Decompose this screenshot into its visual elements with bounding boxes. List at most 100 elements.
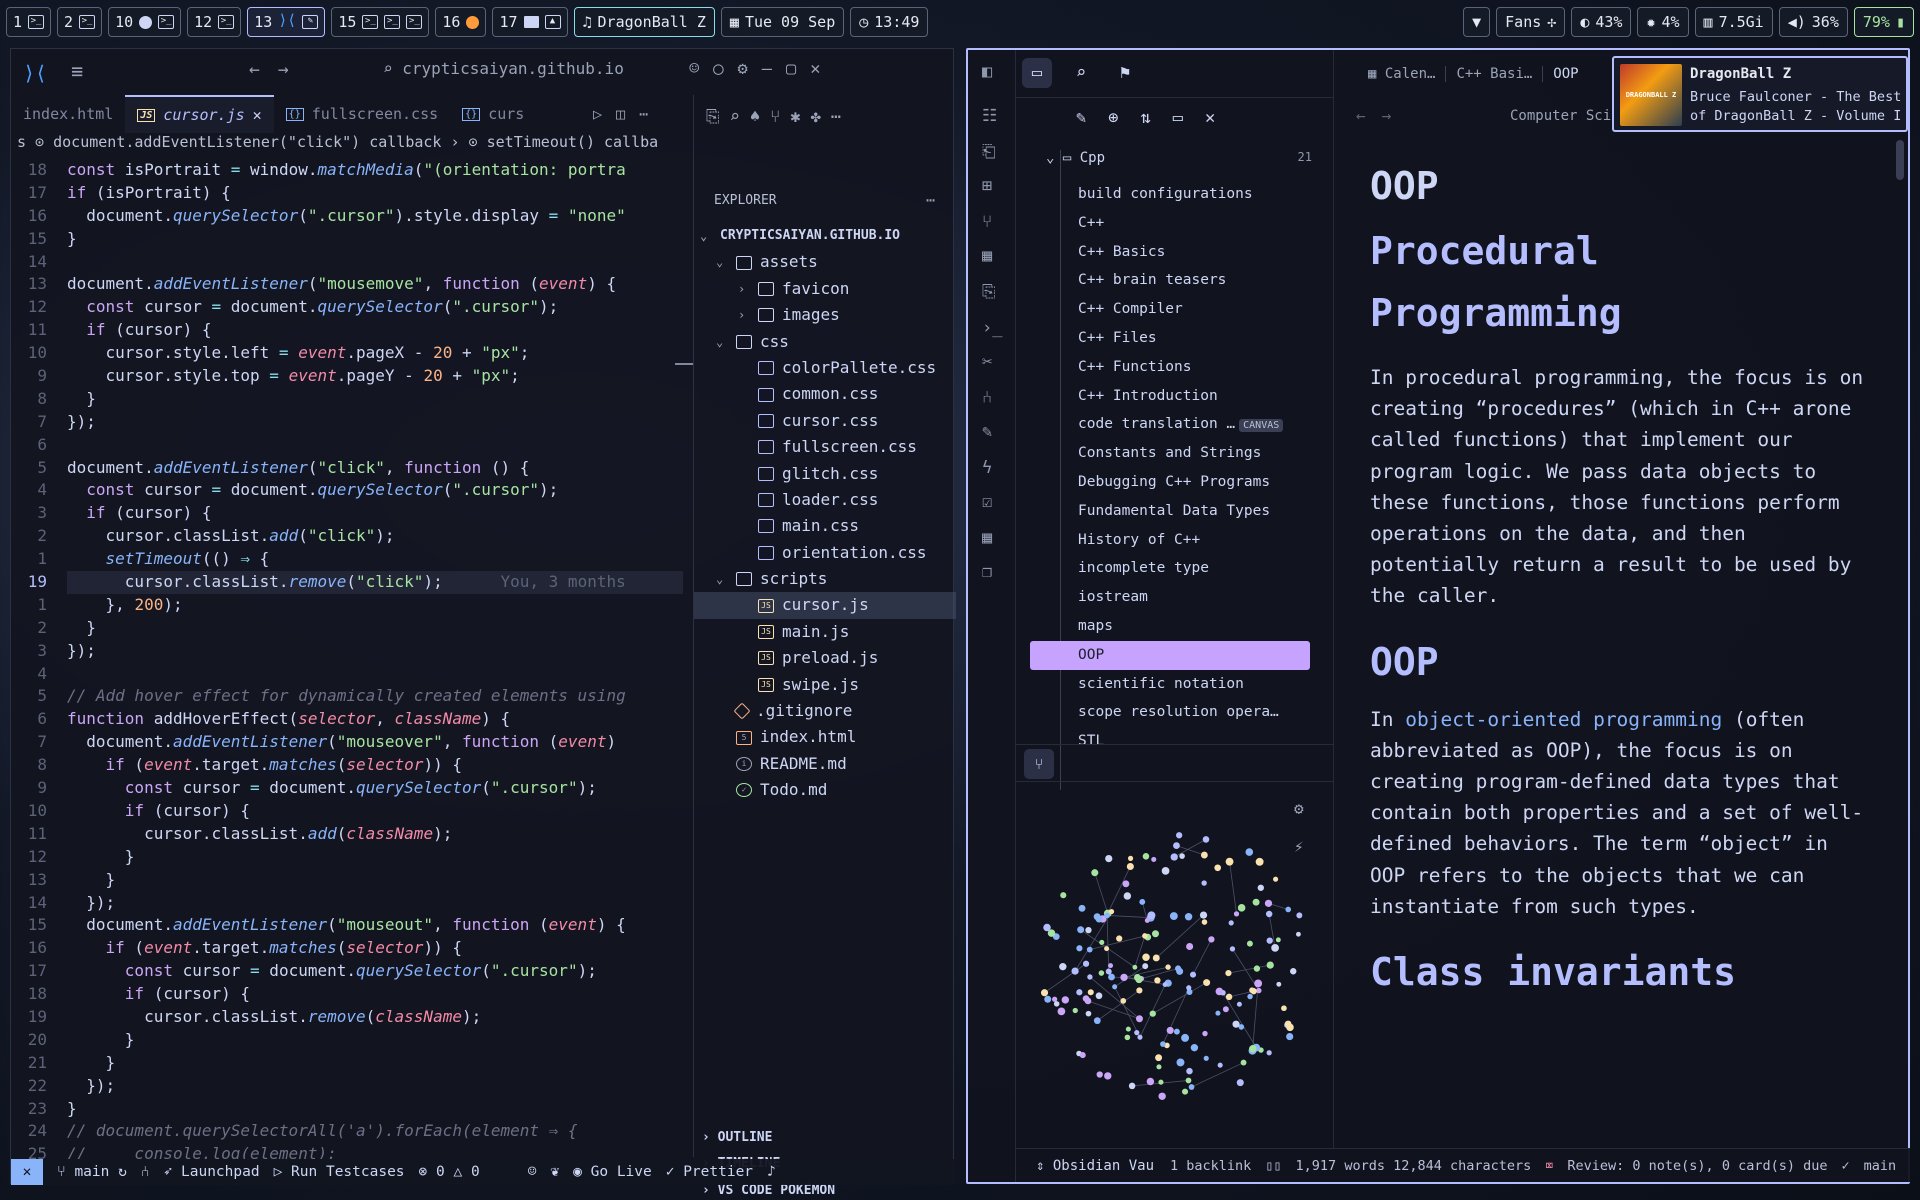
workspace-root[interactable]: ⌄ CRYPTICSAIYAN.GITHUB.IO [694,223,956,249]
calendar-icon[interactable]: ▦ [982,246,992,266]
code-line[interactable]: 11 if (cursor) { [11,319,683,342]
note-item[interactable]: C++ Basics [1030,238,1310,267]
code-line[interactable]: 2 } [11,617,683,640]
workspace-10[interactable]: 10 >_ [108,7,182,37]
graph-node[interactable] [1273,876,1279,882]
graph-node[interactable] [1257,884,1264,891]
code-line[interactable]: 16 if (event.target.matches(selector)) { [11,937,683,960]
graph-node[interactable] [1095,992,1103,1000]
graph-node[interactable] [1188,1084,1195,1090]
git-icon[interactable]: ⑃ [982,388,992,408]
graph-node[interactable] [1084,997,1092,1005]
more-actions-icon[interactable]: ⋯ [639,105,662,123]
graph-node[interactable] [1173,1028,1180,1035]
graph-node[interactable] [1201,880,1207,886]
code-line[interactable]: 18 const isPortrait = window.matchMedia("… [11,159,683,182]
local-graph[interactable]: ⚙⚡ [1026,790,1326,1130]
cpu-widget[interactable]: ✹ 4% [1637,7,1689,37]
tree-item[interactable]: orientation.css [694,540,956,566]
graph-node[interactable] [1132,964,1138,970]
graph-node[interactable] [1099,939,1105,945]
code-line[interactable]: 15 document.addEventListener("mouseout",… [11,914,683,937]
graph-node[interactable] [1142,853,1150,860]
tab-cursor-js[interactable]: JS cursor.js ✕ [125,95,274,133]
graph-node[interactable] [1104,946,1110,952]
workspace-17[interactable]: 17 ▲ [492,7,568,37]
graph-node[interactable] [1186,942,1194,951]
run-icon[interactable]: ▷ [593,105,616,123]
dashboard-icon[interactable]: ☷ [982,106,997,126]
brightness-widget[interactable]: ◐ 43% [1571,7,1632,37]
copilot-icon[interactable]: ☺ [689,59,713,79]
branch-status[interactable]: ⑂ main ↻ [57,1164,127,1180]
workspace-13[interactable]: 13 ⟩⟨ ✎ [247,7,326,37]
graph-node[interactable] [1105,854,1113,863]
terminal-icon[interactable]: ›_ [982,318,1002,338]
code-line[interactable]: 9 const cursor = document.querySelector(… [11,777,683,800]
note-item[interactable]: scientific notation [1030,670,1310,699]
graph-node[interactable] [1215,1010,1221,1016]
clock-widget[interactable]: ◷ 13:49 [850,7,929,37]
remote-icon[interactable]: ✕ [11,1159,43,1185]
graph-node[interactable] [1142,933,1148,939]
graph-node[interactable] [1233,911,1240,917]
code-line[interactable]: 8 if (event.target.matches(selector)) { [11,754,683,777]
tab-oop[interactable]: OOP [1543,66,1588,82]
graph-node[interactable] [1078,904,1086,912]
graph-node[interactable] [1161,867,1170,875]
explorer-more-icon[interactable]: ⋯ [926,191,935,209]
launchpad-status[interactable]: ➶ Launchpad [164,1164,260,1180]
graph-node[interactable] [1071,967,1079,975]
tab-fullscreen-css[interactable]: {} fullscreen.css [274,95,450,133]
tree-item[interactable]: common.css [694,381,956,407]
graph-node[interactable] [1217,1062,1223,1068]
graph-node[interactable] [1059,963,1067,971]
tree-item[interactable]: 5 index.html [694,724,956,750]
graph-node[interactable] [1253,965,1261,972]
graph-node[interactable] [1173,842,1180,849]
code-line[interactable]: 6 function addHoverEffect(selector, class… [11,708,683,731]
graph-node[interactable] [1275,937,1281,943]
scrollbar[interactable] [1896,140,1904,180]
close-icon[interactable]: ✕ [810,59,834,79]
graph-node[interactable] [1147,911,1156,920]
tree-item[interactable]: i README.md [694,751,956,777]
graph-node[interactable] [1142,953,1150,961]
graph-node[interactable] [1203,979,1211,987]
calendar-check-icon[interactable]: ▦ [982,528,992,548]
graph-node[interactable] [1154,977,1161,984]
code-line[interactable]: 21 } [11,1052,683,1075]
lightning-icon[interactable]: ϟ [982,458,992,478]
note-item[interactable]: incomplete type [1030,554,1310,583]
graph-node[interactable] [1120,973,1128,982]
code-line[interactable]: 7}); [11,411,683,434]
code-line[interactable]: 5 // Add hover effect for dynamically cre… [11,685,683,708]
graph-node[interactable] [1237,904,1246,912]
code-line[interactable]: 25 // console.log(element); [11,1143,683,1159]
tree-item[interactable]: glitch.css [694,461,956,487]
graph-node[interactable] [1264,899,1273,907]
graph-node[interactable] [1135,1015,1143,1023]
graph-node[interactable] [1116,935,1123,942]
graph-node[interactable] [1236,1001,1242,1007]
code-line[interactable]: 14 [11,251,683,274]
bell-icon[interactable]: ♪ [767,1164,776,1180]
tab-cpp-basics[interactable]: C++ Basi… [1446,66,1544,82]
tab-cursor-css[interactable]: {} curs [450,95,536,133]
graph-node[interactable] [1202,836,1210,843]
graph-node[interactable] [1271,943,1279,952]
tree-item[interactable]: › images [694,302,956,328]
tools-icon[interactable]: ✂ [982,352,992,372]
graph-node[interactable] [1266,1050,1272,1056]
graph-node[interactable] [1082,960,1090,967]
git-branch[interactable]: main [1864,1158,1897,1174]
battery-widget[interactable]: 79% ▮ [1853,7,1914,37]
review-status[interactable]: Review: 0 note(s), 0 card(s) due [1567,1158,1827,1174]
graph-node[interactable] [1104,912,1110,919]
code-line[interactable]: 7 document.addEventListener("mouseover",… [11,731,683,754]
settings-gear-icon[interactable]: ⚙ [738,59,762,79]
graph-node[interactable] [1186,985,1192,991]
graph-node[interactable] [1104,1072,1112,1080]
git-graph-icon[interactable]: ⑃ [141,1164,150,1180]
tree-item[interactable]: loader.css [694,487,956,513]
